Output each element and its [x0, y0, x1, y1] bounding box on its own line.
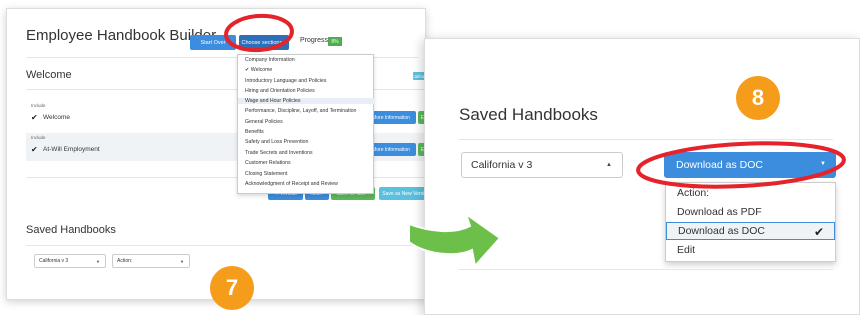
saved-handbooks-zoom-panel: Saved Handbooks California v 3 ▲ Downloa… — [424, 38, 860, 315]
step-badge-8: 8 — [736, 76, 780, 120]
menu-item[interactable]: General Policies — [245, 119, 283, 125]
menu-item-download-pdf[interactable]: Download as PDF — [666, 203, 835, 221]
menu-item-label: Download as DOC — [678, 225, 765, 237]
saved-handbooks-heading: Saved Handbooks — [26, 224, 116, 236]
menu-item[interactable]: Safety and Loss Prevention — [245, 139, 308, 145]
progress-label: Progress: — [300, 37, 330, 44]
menu-item[interactable]: Introductory Language and Policies — [245, 78, 326, 84]
divider — [459, 269, 833, 270]
menu-item[interactable]: Customer Relations — [245, 160, 291, 166]
menu-item[interactable]: Performance, Discipline, Layoff, and Ter… — [245, 108, 356, 114]
handbook-builder-panel: Employee Handbook Builder Start Over Cho… — [6, 8, 426, 300]
page-title: Employee Handbook Builder — [26, 27, 217, 44]
menu-item-action[interactable]: Action: — [666, 184, 835, 202]
handbook-select-value: California v 3 — [471, 159, 533, 171]
include-label: Include — [31, 135, 46, 140]
menu-item[interactable]: Closing Statement — [245, 171, 287, 177]
action-dropdown-menu: Action: Download as PDF Download as DOC … — [665, 182, 836, 262]
menu-item[interactable]: Wage and Hour Policies — [238, 98, 374, 104]
checkmark-icon: ✔ — [813, 225, 824, 239]
caret-down-icon: ▼ — [96, 259, 100, 264]
action-select-value: Action: — [117, 258, 133, 264]
menu-item[interactable]: Benefits — [245, 129, 264, 135]
include-label: Include — [31, 103, 46, 108]
include-checkbox[interactable]: ✔ — [31, 113, 38, 122]
menu-item-edit[interactable]: Edit — [666, 241, 835, 259]
policy-label: Welcome — [43, 114, 70, 121]
tutorial-screenshot: Employee Handbook Builder Start Over Cho… — [0, 0, 860, 315]
menu-item[interactable]: Company Information — [245, 57, 295, 63]
step-badge-7: 7 — [210, 266, 254, 310]
divider — [459, 139, 833, 140]
menu-item[interactable]: Trade Secrets and Inventions — [245, 150, 313, 156]
caret-down-icon: ▼ — [180, 259, 184, 264]
divider — [26, 245, 425, 246]
start-over-button[interactable]: Start Over — [190, 35, 236, 50]
action-select[interactable]: Action: ▼ — [112, 254, 190, 268]
menu-item-download-doc[interactable]: Download as DOC ✔ — [666, 222, 835, 240]
menu-item[interactable]: Hiring and Orientation Policies — [245, 88, 315, 94]
policy-label: At-Will Employment — [43, 146, 100, 153]
handbook-select-value: California v 3 — [39, 258, 69, 264]
saved-handbooks-heading: Saved Handbooks — [459, 105, 598, 124]
caret-down-icon: ▼ — [820, 161, 826, 167]
download-button-label: Download as DOC — [676, 159, 763, 171]
save-as-new-version-button[interactable]: Save as New Version — [379, 187, 425, 200]
section-heading: Welcome — [26, 69, 72, 81]
include-checkbox[interactable]: ✔ — [31, 145, 38, 154]
choose-sections-button[interactable]: Choose sections ▾ — [239, 35, 289, 50]
menu-item-label: Edit — [677, 244, 696, 256]
progress-bar: 8% — [328, 37, 342, 46]
sections-dropdown-menu: Company Information ✔ Welcome Introducto… — [237, 54, 374, 194]
menu-item-label: Action: — [677, 187, 710, 199]
menu-item[interactable]: Acknowledgment of Receipt and Review — [245, 181, 338, 187]
menu-item-label: Download as PDF — [677, 206, 762, 218]
download-as-doc-button[interactable]: Download as DOC ▼ — [664, 152, 836, 178]
handbook-select[interactable]: California v 3 ▼ — [34, 254, 106, 268]
caret-up-icon: ▲ — [606, 162, 612, 168]
menu-item[interactable]: ✔ Welcome — [245, 67, 272, 73]
handbook-select[interactable]: California v 3 ▲ — [461, 152, 623, 178]
